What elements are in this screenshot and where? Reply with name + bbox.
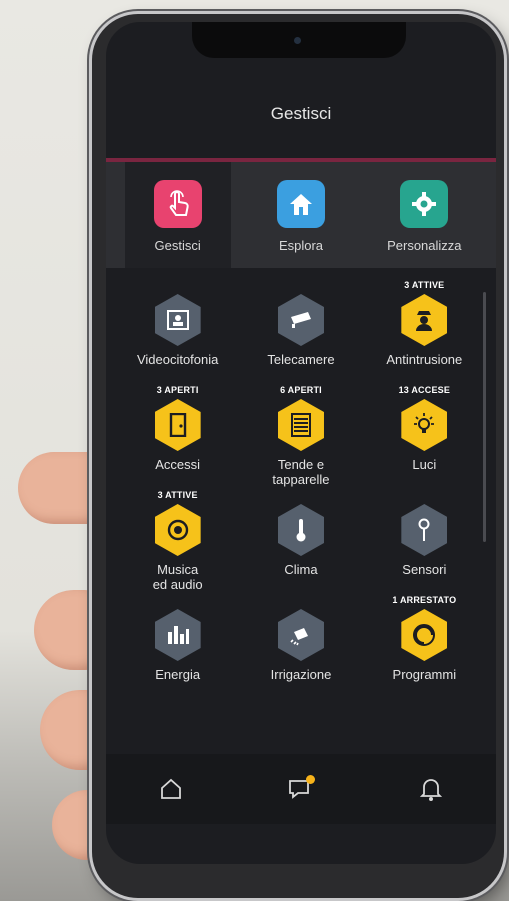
status-badge: 6 APERTI	[280, 385, 322, 395]
grid-item-label: Energia	[155, 667, 201, 682]
grid-item-label: Sensori	[402, 562, 447, 577]
speaker-icon	[154, 504, 201, 556]
tab-bar: Gestisci Esplora Personalizza	[106, 162, 496, 268]
grid-item-label: Programmi	[392, 667, 457, 682]
grid-item-sensori[interactable]: Sensori	[363, 488, 486, 593]
nav-home-button[interactable]	[146, 764, 196, 814]
grid-item-label: Antintrusione	[386, 352, 463, 367]
grid-item-label: Musica ed audio	[152, 562, 203, 592]
tab-gestisci[interactable]: Gestisci	[124, 162, 231, 268]
tab-personalizza[interactable]: Personalizza	[371, 162, 477, 268]
grid-item-label: Videocitofonia	[136, 352, 219, 367]
grid-item-luci[interactable]: 13 ACCESE Luci	[363, 383, 486, 488]
grid-item-musica[interactable]: 3 ATTIVE Musica ed audio	[116, 488, 239, 593]
grid-item-tende[interactable]: 6 APERTI Tende e tapparelle	[239, 383, 362, 488]
grid-item-label: Irrigazione	[270, 667, 332, 682]
function-grid: Videocitofonia Telecamere 3 ATTIVE Antin…	[116, 278, 486, 708]
thermometer-icon	[277, 504, 324, 556]
status-badge: 13 ACCESE	[398, 385, 451, 395]
bulb-icon	[401, 399, 448, 451]
grid-item-label: Tende e tapparelle	[272, 457, 330, 487]
nav-notifications-button[interactable]	[406, 764, 456, 814]
grid-item-label: Telecamere	[267, 352, 335, 367]
home-outline-icon	[161, 778, 181, 799]
grid-item-programmi[interactable]: 1 ARRESTATO Programmi	[363, 593, 486, 698]
energy-bars-icon	[154, 609, 201, 661]
home-icon	[276, 180, 325, 228]
video-intercom-icon	[154, 294, 201, 346]
phone-screen: Gestisci Gestisci Esplora Personalizza V…	[106, 22, 496, 864]
grid-item-irrigazione[interactable]: Irrigazione	[239, 593, 362, 698]
tab-label: Esplora	[278, 238, 324, 253]
gear-icon	[400, 180, 449, 228]
tab-label: Gestisci	[154, 238, 201, 253]
notch	[192, 22, 406, 58]
grid-item-telecamere[interactable]: Telecamere	[239, 278, 362, 383]
status-badge: 3 APERTI	[156, 385, 199, 395]
grid-item-accessi[interactable]: 3 APERTI Accessi	[116, 383, 239, 488]
grid-item-energia[interactable]: Energia	[116, 593, 239, 698]
grid-item-clima[interactable]: Clima	[239, 488, 362, 593]
touch-hand-icon	[153, 180, 202, 228]
watering-icon	[277, 609, 324, 661]
bell-icon	[420, 779, 442, 801]
grid-item-label: Luci	[412, 457, 437, 472]
guard-icon	[401, 294, 448, 346]
sensor-icon	[401, 504, 448, 556]
notification-dot	[306, 775, 315, 784]
tab-esplora[interactable]: Esplora	[248, 162, 354, 268]
grid-item-videocitofonia[interactable]: Videocitofonia	[116, 278, 239, 383]
grid-item-label: Clima	[284, 562, 318, 577]
nav-messages-button[interactable]	[276, 764, 326, 814]
door-icon	[154, 399, 201, 451]
page-title: Gestisci	[270, 104, 332, 123]
bottom-nav	[106, 754, 496, 824]
status-badge: 3 ATTIVE	[157, 490, 198, 500]
front-camera	[294, 37, 301, 44]
status-badge: 3 ATTIVE	[404, 280, 445, 290]
grid-item-antintrusione[interactable]: 3 ATTIVE Antintrusione	[363, 278, 486, 383]
grid-item-label: Accessi	[155, 457, 201, 472]
shutter-icon	[277, 399, 324, 451]
scrollbar[interactable]	[483, 292, 486, 542]
tab-label: Personalizza	[387, 238, 462, 253]
status-badge: 1 ARRESTATO	[392, 595, 457, 605]
program-icon	[401, 609, 448, 661]
camera-icon	[277, 294, 324, 346]
